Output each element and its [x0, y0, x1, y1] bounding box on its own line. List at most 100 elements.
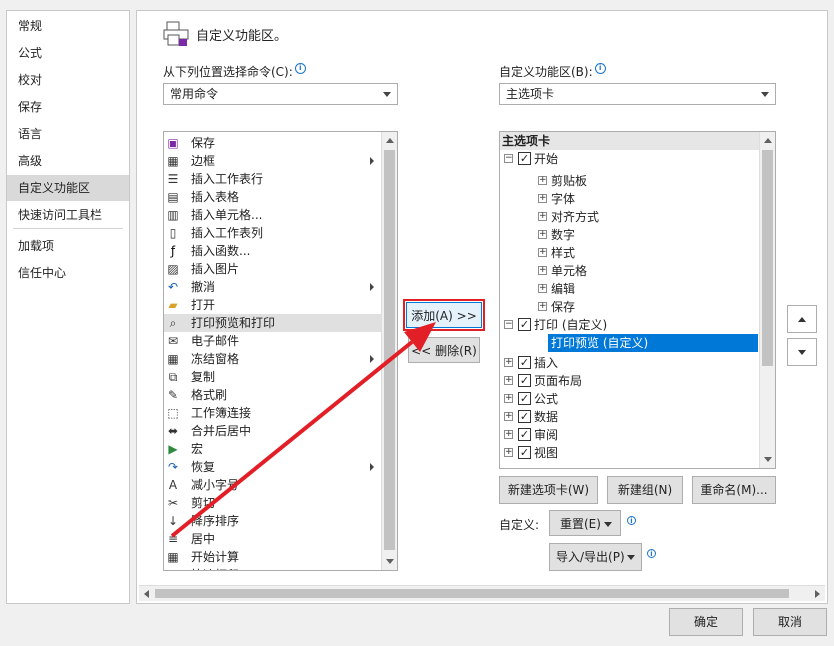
expand-icon[interactable]: + [538, 230, 547, 239]
expand-icon[interactable]: + [504, 412, 513, 421]
command-item[interactable]: ↷ 恢复 [164, 458, 381, 476]
scroll-right-icon[interactable] [815, 590, 820, 598]
collapse-icon[interactable]: − [504, 154, 513, 163]
scroll-thumb[interactable] [384, 150, 395, 550]
tree-item[interactable]: + ✓ 页面布局 [500, 372, 759, 390]
nav-item[interactable]: 常规 [7, 13, 129, 39]
checkbox-checked-icon[interactable]: ✓ [518, 410, 531, 423]
command-item[interactable]: ⌕ 打印预览和打印 [164, 314, 381, 332]
command-item[interactable]: ⧉ 复制 [164, 368, 381, 386]
tree-item[interactable]: + 剪贴板 [500, 172, 759, 190]
expand-icon[interactable]: + [504, 448, 513, 457]
command-item[interactable]: ▥ 插入单元格... [164, 206, 381, 224]
nav-item[interactable]: 高级 [7, 148, 129, 174]
tree-scrollbar[interactable] [759, 132, 775, 468]
tree-item[interactable]: + ✓ 公式 [500, 390, 759, 408]
checkbox-checked-icon[interactable]: ✓ [518, 446, 531, 459]
command-item[interactable]: ▦ 边框 [164, 152, 381, 170]
nav-item[interactable]: 保存 [7, 94, 129, 120]
nav-item[interactable]: 自定义功能区 [7, 175, 129, 201]
checkbox-checked-icon[interactable]: ✓ [518, 356, 531, 369]
expand-icon[interactable]: + [504, 376, 513, 385]
command-item[interactable]: ƒ 插入函数... [164, 242, 381, 260]
tree-item[interactable]: + 对齐方式 [500, 208, 759, 226]
ok-button[interactable]: 确定 [669, 608, 743, 636]
nav-item[interactable]: 快速访问工具栏 [7, 202, 129, 228]
choose-commands-combo[interactable]: 常用命令 [163, 83, 398, 105]
commands-scrollbar[interactable] [381, 132, 397, 570]
move-down-button[interactable] [787, 338, 817, 366]
checkbox-checked-icon[interactable]: ✓ [518, 392, 531, 405]
tree-item[interactable]: + ✓ 数据 [500, 408, 759, 426]
scroll-up-icon[interactable] [764, 138, 772, 143]
expand-icon[interactable]: + [538, 266, 547, 275]
scroll-up-icon[interactable] [386, 138, 394, 143]
command-item[interactable]: ✉ 电子邮件 [164, 332, 381, 350]
expand-icon[interactable]: + [538, 194, 547, 203]
command-item[interactable]: ▦ 开始计算 [164, 548, 381, 566]
tree-item[interactable]: + 字体 [500, 190, 759, 208]
scroll-down-icon[interactable] [386, 559, 394, 564]
move-up-button[interactable] [787, 305, 817, 333]
command-item[interactable]: ☰ 插入工作表行 [164, 170, 381, 188]
nav-item[interactable]: 公式 [7, 40, 129, 66]
command-item[interactable]: ▦ 冻结窗格 [164, 350, 381, 368]
commands-list[interactable]: ▣ 保存 ▦ 边框 ☰ 插入工作表行 ▤ 插入表格 ▥ 插入单元格... ▯ 插入工作表列 ƒ 插入函数.… [163, 131, 398, 571]
scroll-left-icon[interactable] [144, 590, 149, 598]
tree-item[interactable]: + ✓ 插入 [500, 354, 759, 372]
expand-icon[interactable]: + [504, 394, 513, 403]
tree-item[interactable]: + 单元格 [500, 262, 759, 280]
command-item[interactable]: ▯ 插入工作表列 [164, 224, 381, 242]
nav-item[interactable]: 语言 [7, 121, 129, 147]
tree-item[interactable]: + 样式 [500, 244, 759, 262]
reset-button[interactable]: 重置(E) [549, 510, 621, 536]
nav-item[interactable]: 校对 [7, 67, 129, 93]
nav-item[interactable]: 信任中心 [7, 260, 129, 286]
ribbon-tree[interactable]: 主选项卡 − ✓ 开始 + 剪贴板 + 字体 + 对齐方式 + 数字 + 样式 + 单元格 + 编辑 + 保存 − ✓ 打… [499, 131, 776, 469]
horizontal-scrollbar[interactable] [139, 585, 825, 601]
tree-item[interactable]: + 数字 [500, 226, 759, 244]
rename-button[interactable]: 重命名(M)... [692, 476, 776, 504]
command-item[interactable]: ▰ 打开 [164, 296, 381, 314]
command-item[interactable]: A 减小字号 [164, 476, 381, 494]
expand-icon[interactable]: + [538, 284, 547, 293]
expand-icon[interactable]: + [504, 430, 513, 439]
scroll-down-icon[interactable] [764, 457, 772, 462]
tree-item[interactable]: − ✓ 打印 (自定义) [500, 316, 759, 334]
checkbox-checked-icon[interactable]: ✓ [518, 152, 531, 165]
remove-button[interactable]: << 删除(R) [408, 337, 480, 363]
expand-icon[interactable]: + [504, 358, 513, 367]
expand-icon[interactable]: + [538, 176, 547, 185]
cancel-button[interactable]: 取消 [753, 608, 827, 636]
import-export-button[interactable]: 导入/导出(P) [549, 543, 642, 571]
command-item[interactable]: ▨ 插入图片 [164, 260, 381, 278]
expand-icon[interactable]: + [538, 302, 547, 311]
command-item[interactable]: ✂ 剪切 [164, 494, 381, 512]
checkbox-checked-icon[interactable]: ✓ [518, 318, 531, 331]
command-item[interactable]: ↶ 撤消 [164, 278, 381, 296]
tree-item[interactable]: − ✓ 开始 [500, 150, 759, 168]
command-item[interactable]: ▤ 插入表格 [164, 188, 381, 206]
command-item[interactable]: ↓ 降序排序 [164, 512, 381, 530]
chevron-down-icon[interactable] [383, 92, 391, 97]
new-tab-button[interactable]: 新建选项卡(W) [499, 476, 598, 504]
command-item[interactable]: ≡ 居中 [164, 530, 381, 548]
customize-ribbon-combo[interactable]: 主选项卡 [499, 83, 776, 105]
scroll-thumb[interactable] [762, 150, 773, 366]
command-item[interactable]: ⬌ 合并后居中 [164, 422, 381, 440]
collapse-icon[interactable]: − [504, 320, 513, 329]
tree-item[interactable]: + 保存 [500, 298, 759, 316]
command-item[interactable]: ⬚ 工作簿连接 [164, 404, 381, 422]
tree-item[interactable]: + 编辑 [500, 280, 759, 298]
expand-icon[interactable]: + [538, 248, 547, 257]
tree-item[interactable]: 打印预览 (自定义) [548, 334, 758, 352]
expand-icon[interactable]: + [538, 212, 547, 221]
command-item[interactable]: ⎙ 快速打印 [164, 566, 381, 570]
tree-item[interactable]: + ✓ 视图 [500, 444, 759, 462]
command-item[interactable]: ▣ 保存 [164, 134, 381, 152]
tree-item[interactable]: + ✓ 审阅 [500, 426, 759, 444]
checkbox-checked-icon[interactable]: ✓ [518, 428, 531, 441]
new-group-button[interactable]: 新建组(N) [607, 476, 683, 504]
checkbox-checked-icon[interactable]: ✓ [518, 374, 531, 387]
command-item[interactable]: ▶ 宏 [164, 440, 381, 458]
